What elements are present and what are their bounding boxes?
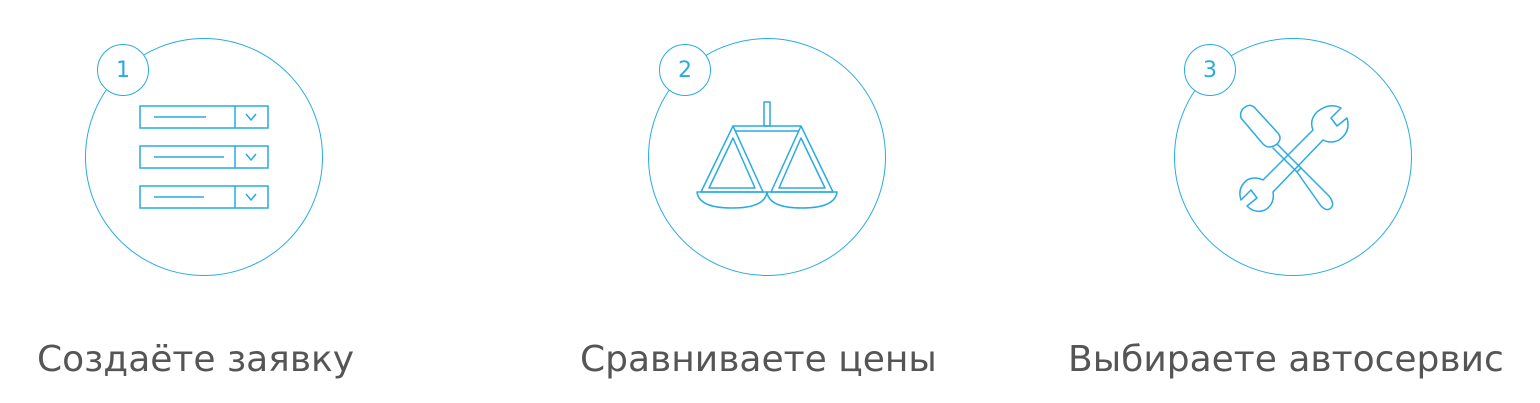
step-label: Создаёте заявку xyxy=(37,339,355,380)
step-label: Сравниваете цены xyxy=(580,339,937,380)
step-create-request: 1 Создаёте заявку xyxy=(0,0,420,403)
step-number-badge: 2 xyxy=(659,44,711,96)
step-number-badge: 3 xyxy=(1184,44,1236,96)
scales-icon xyxy=(696,101,838,209)
step-choose-service: 3 Выбираете автосервис xyxy=(1068,0,1504,403)
step-compare-prices: 2 Сравниваете цены xyxy=(558,0,978,403)
step-label: Выбираете автосервис xyxy=(1068,339,1504,380)
step-number-badge: 1 xyxy=(97,44,149,96)
form-dropdowns-icon xyxy=(139,105,269,209)
wrench-screwdriver-icon xyxy=(1239,104,1349,213)
